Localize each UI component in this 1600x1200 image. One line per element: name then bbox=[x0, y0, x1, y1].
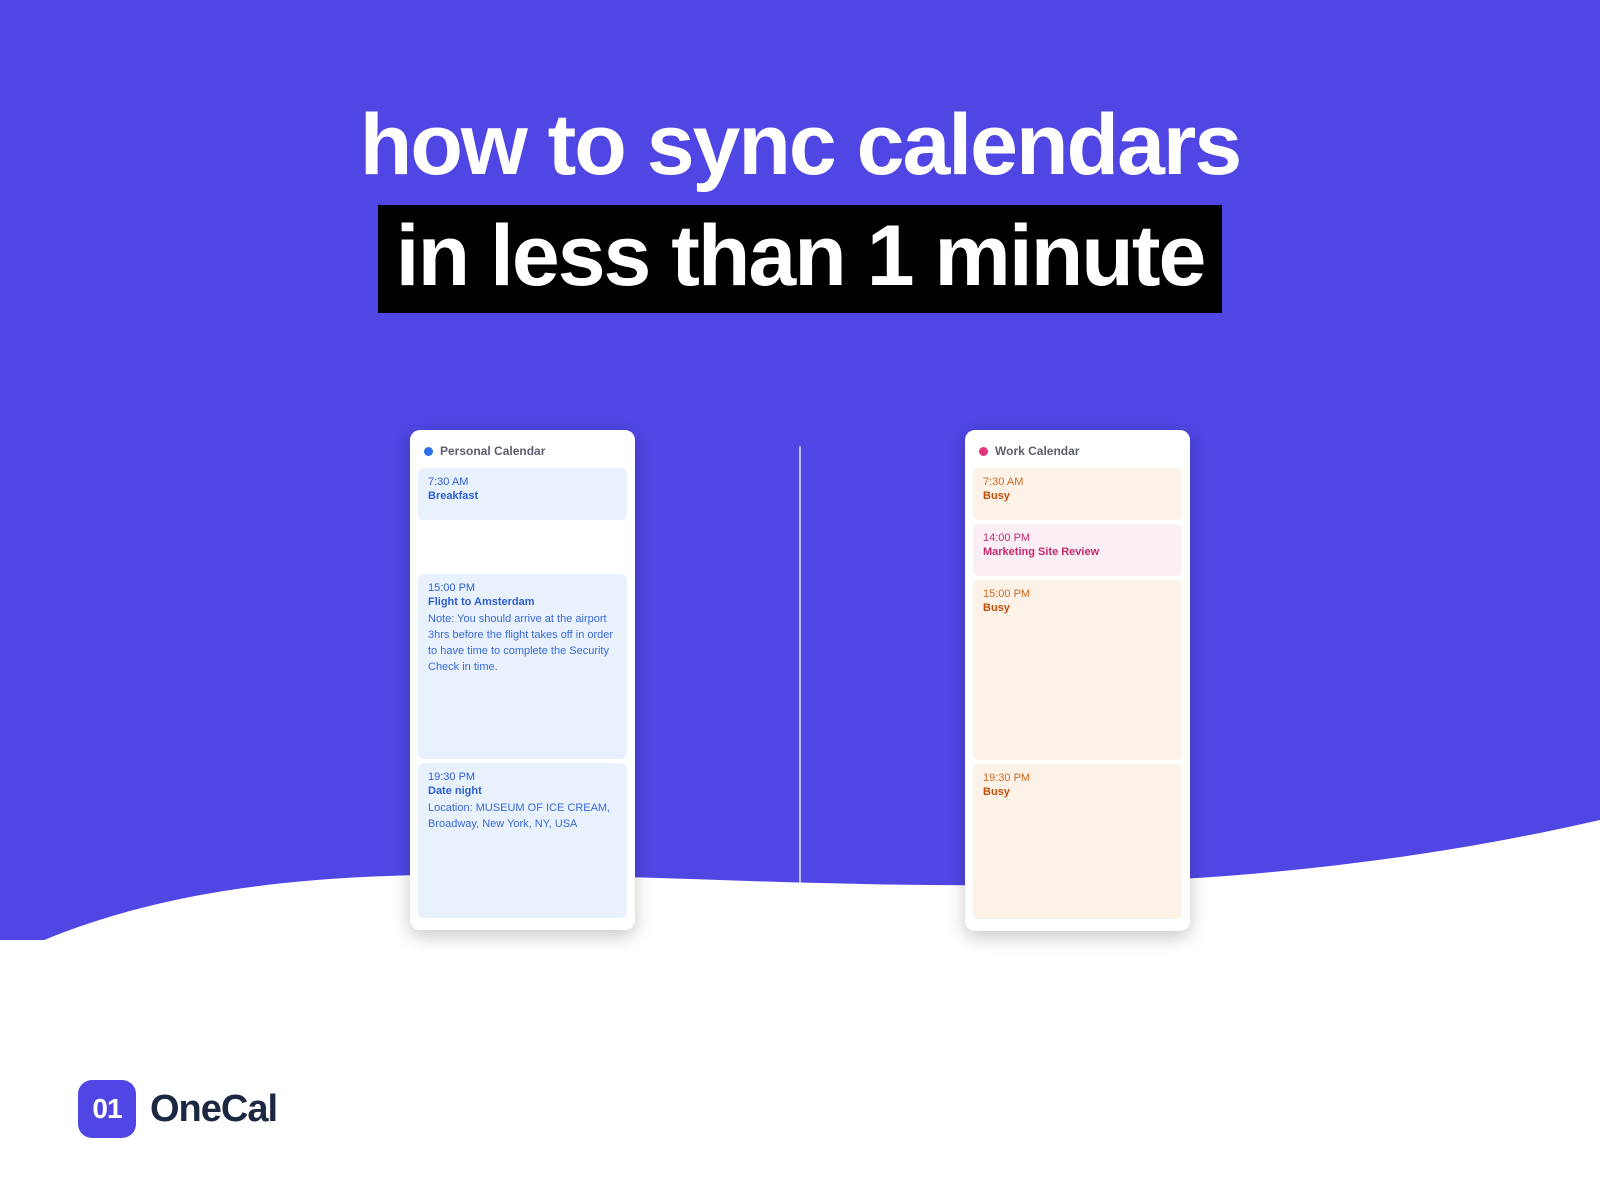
calendars-row: Personal Calendar 7:30 AM Breakfast 15:0… bbox=[0, 430, 1600, 956]
event-time: 19:30 PM bbox=[428, 771, 617, 783]
brand-logo-icon: 01 bbox=[78, 1080, 136, 1138]
calendar-event: 14:00 PM Marketing Site Review bbox=[973, 524, 1182, 576]
event-time: 15:00 PM bbox=[428, 582, 617, 594]
event-title: Date night bbox=[428, 785, 617, 797]
event-description: Note: You should arrive at the airport 3… bbox=[428, 612, 617, 676]
event-title: Marketing Site Review bbox=[983, 546, 1172, 558]
vertical-divider bbox=[799, 446, 801, 956]
event-time: 7:30 AM bbox=[983, 476, 1172, 488]
calendar-event: 15:00 PM Busy bbox=[973, 580, 1182, 760]
headline: how to sync calendars in less than 1 min… bbox=[0, 98, 1600, 313]
work-calendar-header: Work Calendar bbox=[973, 440, 1182, 468]
personal-calendar-card: Personal Calendar 7:30 AM Breakfast 15:0… bbox=[410, 430, 635, 930]
divider-column bbox=[635, 430, 965, 956]
work-calendar-card: Work Calendar 7:30 AM Busy 14:00 PM Mark… bbox=[965, 430, 1190, 931]
headline-line2: in less than 1 minute bbox=[378, 205, 1223, 314]
personal-calendar-header: Personal Calendar bbox=[418, 440, 627, 468]
personal-calendar-title: Personal Calendar bbox=[440, 444, 545, 458]
event-title: Breakfast bbox=[428, 490, 617, 502]
event-title: Busy bbox=[983, 602, 1172, 614]
event-title: Busy bbox=[983, 786, 1172, 798]
headline-line1: how to sync calendars bbox=[0, 98, 1600, 193]
calendar-event: 15:00 PM Flight to Amsterdam Note: You s… bbox=[418, 574, 627, 759]
brand-logo: 01 OneCal bbox=[78, 1080, 277, 1138]
event-time: 7:30 AM bbox=[428, 476, 617, 488]
calendar-dot-icon bbox=[424, 447, 433, 456]
event-time: 19:30 PM bbox=[983, 772, 1172, 784]
calendar-event: 19:30 PM Busy bbox=[973, 764, 1182, 919]
calendar-event: 7:30 AM Breakfast bbox=[418, 468, 627, 520]
event-gap bbox=[418, 524, 627, 574]
event-time: 14:00 PM bbox=[983, 532, 1172, 544]
event-title: Busy bbox=[983, 490, 1172, 502]
calendar-dot-icon bbox=[979, 447, 988, 456]
event-description: Location: MUSEUM OF ICE CREAM, Broadway,… bbox=[428, 801, 617, 833]
brand-logo-text: OneCal bbox=[150, 1088, 277, 1131]
event-title: Flight to Amsterdam bbox=[428, 596, 617, 608]
calendar-event: 19:30 PM Date night Location: MUSEUM OF … bbox=[418, 763, 627, 918]
brand-logo-icon-text: 01 bbox=[92, 1093, 121, 1125]
work-calendar-title: Work Calendar bbox=[995, 444, 1079, 458]
event-time: 15:00 PM bbox=[983, 588, 1172, 600]
wave-footer bbox=[0, 940, 1600, 1200]
calendar-event: 7:30 AM Busy bbox=[973, 468, 1182, 520]
